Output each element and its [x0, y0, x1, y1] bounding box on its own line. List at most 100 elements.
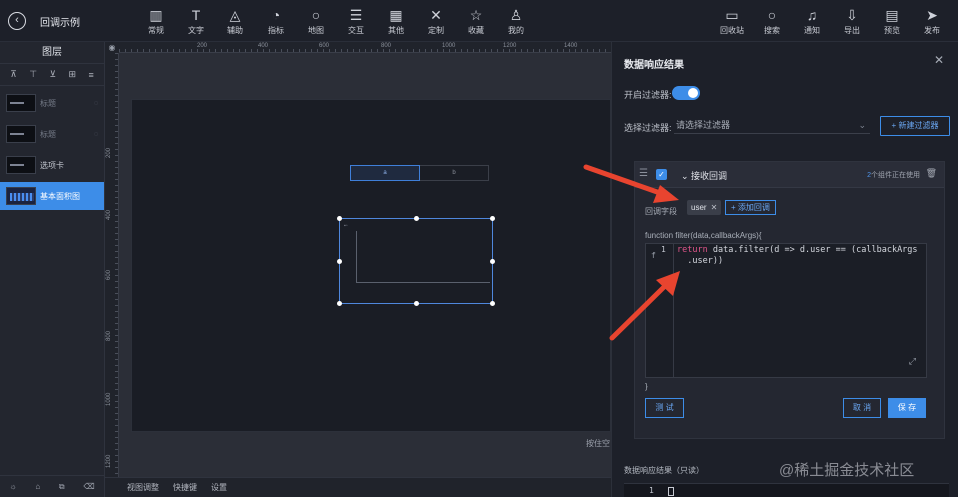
layer-item-active[interactable]: 基本面积图 [0, 182, 104, 210]
chip-label: user [691, 203, 707, 212]
test-button[interactable]: 测 试 [645, 398, 684, 418]
resize-handle[interactable] [414, 301, 419, 306]
tool-recycle-bin[interactable]: ▭ 回收站 [714, 6, 750, 36]
resize-handle[interactable] [414, 216, 419, 221]
ruler-tick: 800 [106, 330, 112, 341]
layers-bottom-bar: ☼ ⌂ ⧉ ⌫ [0, 475, 104, 497]
filter-checkbox[interactable]: ✓ [656, 169, 667, 180]
resize-handle[interactable] [490, 259, 495, 264]
layers-title: 图层 [0, 42, 104, 64]
tool-search[interactable]: ○ 搜索 [754, 6, 790, 36]
tool-export[interactable]: ⇩ 导出 [834, 6, 870, 36]
tool-custom[interactable]: ✕ 定制 [418, 6, 454, 36]
new-filter-button[interactable]: + 新建过滤器 [880, 116, 950, 136]
expand-icon[interactable]: ⤢ [909, 357, 916, 367]
view-adjust-link[interactable]: 视图调整 [127, 482, 159, 493]
ruler-tick: 600 [106, 269, 112, 280]
tab-a[interactable]: a [350, 165, 420, 181]
app-title: 回调示例 [40, 18, 80, 29]
filter-toggle-label: 开启过滤器: [624, 90, 672, 100]
text-cursor [668, 487, 674, 496]
callback-field-label: 回调字段 [645, 207, 677, 216]
filter-toggle-switch[interactable] [672, 86, 700, 100]
code-content[interactable]: return data.filter(d => d.user == (callb… [677, 245, 918, 267]
lock-icon[interactable]: ⌂ [35, 482, 40, 491]
resize-handle[interactable] [490, 301, 495, 306]
cancel-button[interactable]: 取 消 [843, 398, 881, 418]
layer-name: 选项卡 [40, 160, 64, 170]
chart-axes [356, 231, 490, 283]
tool-preview[interactable]: ▤ 预览 [874, 6, 910, 36]
ruler-tick: 200 [197, 43, 208, 49]
close-icon[interactable]: ✕ [934, 53, 944, 67]
add-callback-button[interactable]: + 添加回调 [725, 200, 776, 215]
layer-align-tools: ⊼ ⊤ ⊻ ⊞ ≡ [0, 64, 104, 86]
resize-handle[interactable] [337, 216, 342, 221]
shortcuts-link[interactable]: 快捷键 [173, 482, 197, 493]
editor-gutter: f 1 [646, 244, 674, 377]
save-button[interactable]: 保 存 [888, 398, 926, 418]
filter-select-placeholder: 请选择过滤器 [676, 120, 731, 130]
tool-notify[interactable]: ♫ 通知 [794, 6, 830, 36]
layer-item[interactable]: 标题 ◌ [0, 120, 104, 148]
code-line-1: data.filter(d => d.user == (callbackArgs [707, 245, 918, 255]
data-response-panel: 数据响应结果 ✕ 开启过滤器: 选择过滤器: 请选择过滤器 ⌄ + 新建过滤器 … [611, 42, 958, 497]
user-icon: ♙ [509, 7, 523, 23]
tool-publish[interactable]: ➤ 发布 [914, 6, 950, 36]
align-middle-icon[interactable]: ⊤ [29, 69, 37, 80]
layer-item[interactable]: 标题 ◌ [0, 89, 104, 117]
area-chart-component[interactable]: ▪▫ [337, 216, 495, 306]
resize-handle[interactable] [337, 301, 342, 306]
layer-item[interactable]: 选项卡 [0, 151, 104, 179]
eye-toggle-icon[interactable]: ◉ [105, 42, 119, 53]
fold-marker-icon[interactable]: f [651, 251, 656, 260]
chart-legend-mark: ▪▫ [344, 223, 348, 229]
tool-indicator[interactable]: ◔ 指标 [258, 6, 294, 36]
hidden-eye-icon[interactable]: ◌ [94, 131, 98, 138]
layer-name: 标题 [40, 129, 56, 139]
align-top-icon[interactable]: ⊼ [10, 69, 17, 80]
align-bottom-icon[interactable]: ⊻ [49, 69, 56, 80]
ruler-horizontal [119, 42, 620, 53]
send-icon: ➤ [926, 7, 938, 23]
tool-favorites[interactable]: ☆ 收藏 [458, 6, 494, 36]
filter-name[interactable]: ⌄ 接收回调 [681, 169, 727, 182]
resize-handle[interactable] [490, 216, 495, 221]
tool-map[interactable]: ○ 地图 [298, 6, 334, 36]
watermark: @稀土掘金技术社区 [779, 462, 915, 479]
export-icon: ⇩ [846, 7, 858, 23]
tool-text[interactable]: T 文字 [178, 6, 214, 36]
drag-handle-icon[interactable]: ☰ [639, 168, 648, 179]
tab-b[interactable]: b [420, 165, 489, 181]
text-icon: T [191, 7, 201, 23]
filter-card-header: ☰ ✓ ⌄ 接收回调 2个组件正在使用 🗑 [635, 162, 944, 188]
layer-thumbnail [6, 156, 36, 174]
back-arrow-icon[interactable]: ‹ [8, 12, 26, 30]
top-toolbar: ‹ 回调示例 ▥ 常规 T 文字 ◬ 辅助 ◔ 指标 ○ 地图 ☰ 交互 ▦ 其他 ✕ 定制 ☆… [0, 0, 958, 42]
bar-chart-icon: ▥ [149, 7, 163, 23]
canvas-bottom-bar: 视图调整 快捷键 设置 [105, 477, 620, 497]
trash-icon[interactable]: 🗑 [926, 168, 937, 179]
tool-mine[interactable]: ♙ 我的 [498, 6, 534, 36]
function-signature: function filter(data,callbackArgs){ [645, 231, 762, 240]
canvas-hint: 按住空 [586, 439, 610, 448]
chip-close-icon[interactable]: ✕ [711, 203, 718, 212]
code-editor[interactable]: f 1 return data.filter(d => d.user == (c… [645, 243, 927, 378]
copy-icon[interactable]: ⧉ [59, 482, 65, 492]
distribute-icon[interactable]: ⊞ [69, 69, 77, 80]
shapes-icon: ◬ [229, 7, 241, 23]
tab-component[interactable]: a b [350, 165, 489, 181]
tool-interaction[interactable]: ☰ 交互 [338, 6, 374, 36]
tool-other[interactable]: ▦ 其他 [378, 6, 414, 36]
hidden-eye-icon[interactable]: ◌ [94, 100, 98, 107]
settings-link[interactable]: 设置 [211, 482, 227, 493]
tool-regular[interactable]: ▥ 常规 [138, 6, 174, 36]
bulb-icon[interactable]: ☼ [9, 482, 16, 491]
editor-canvas[interactable]: ◉ 200 400 600 800 1000 1200 1400 200 400… [105, 42, 620, 497]
filter-select[interactable]: 请选择过滤器 ⌄ [674, 116, 870, 134]
result-editor: 1 [624, 483, 949, 497]
delete-icon[interactable]: ⌫ [83, 482, 94, 491]
resize-handle[interactable] [337, 259, 342, 264]
list-icon[interactable]: ≡ [88, 70, 93, 80]
tool-assist[interactable]: ◬ 辅助 [217, 6, 253, 36]
